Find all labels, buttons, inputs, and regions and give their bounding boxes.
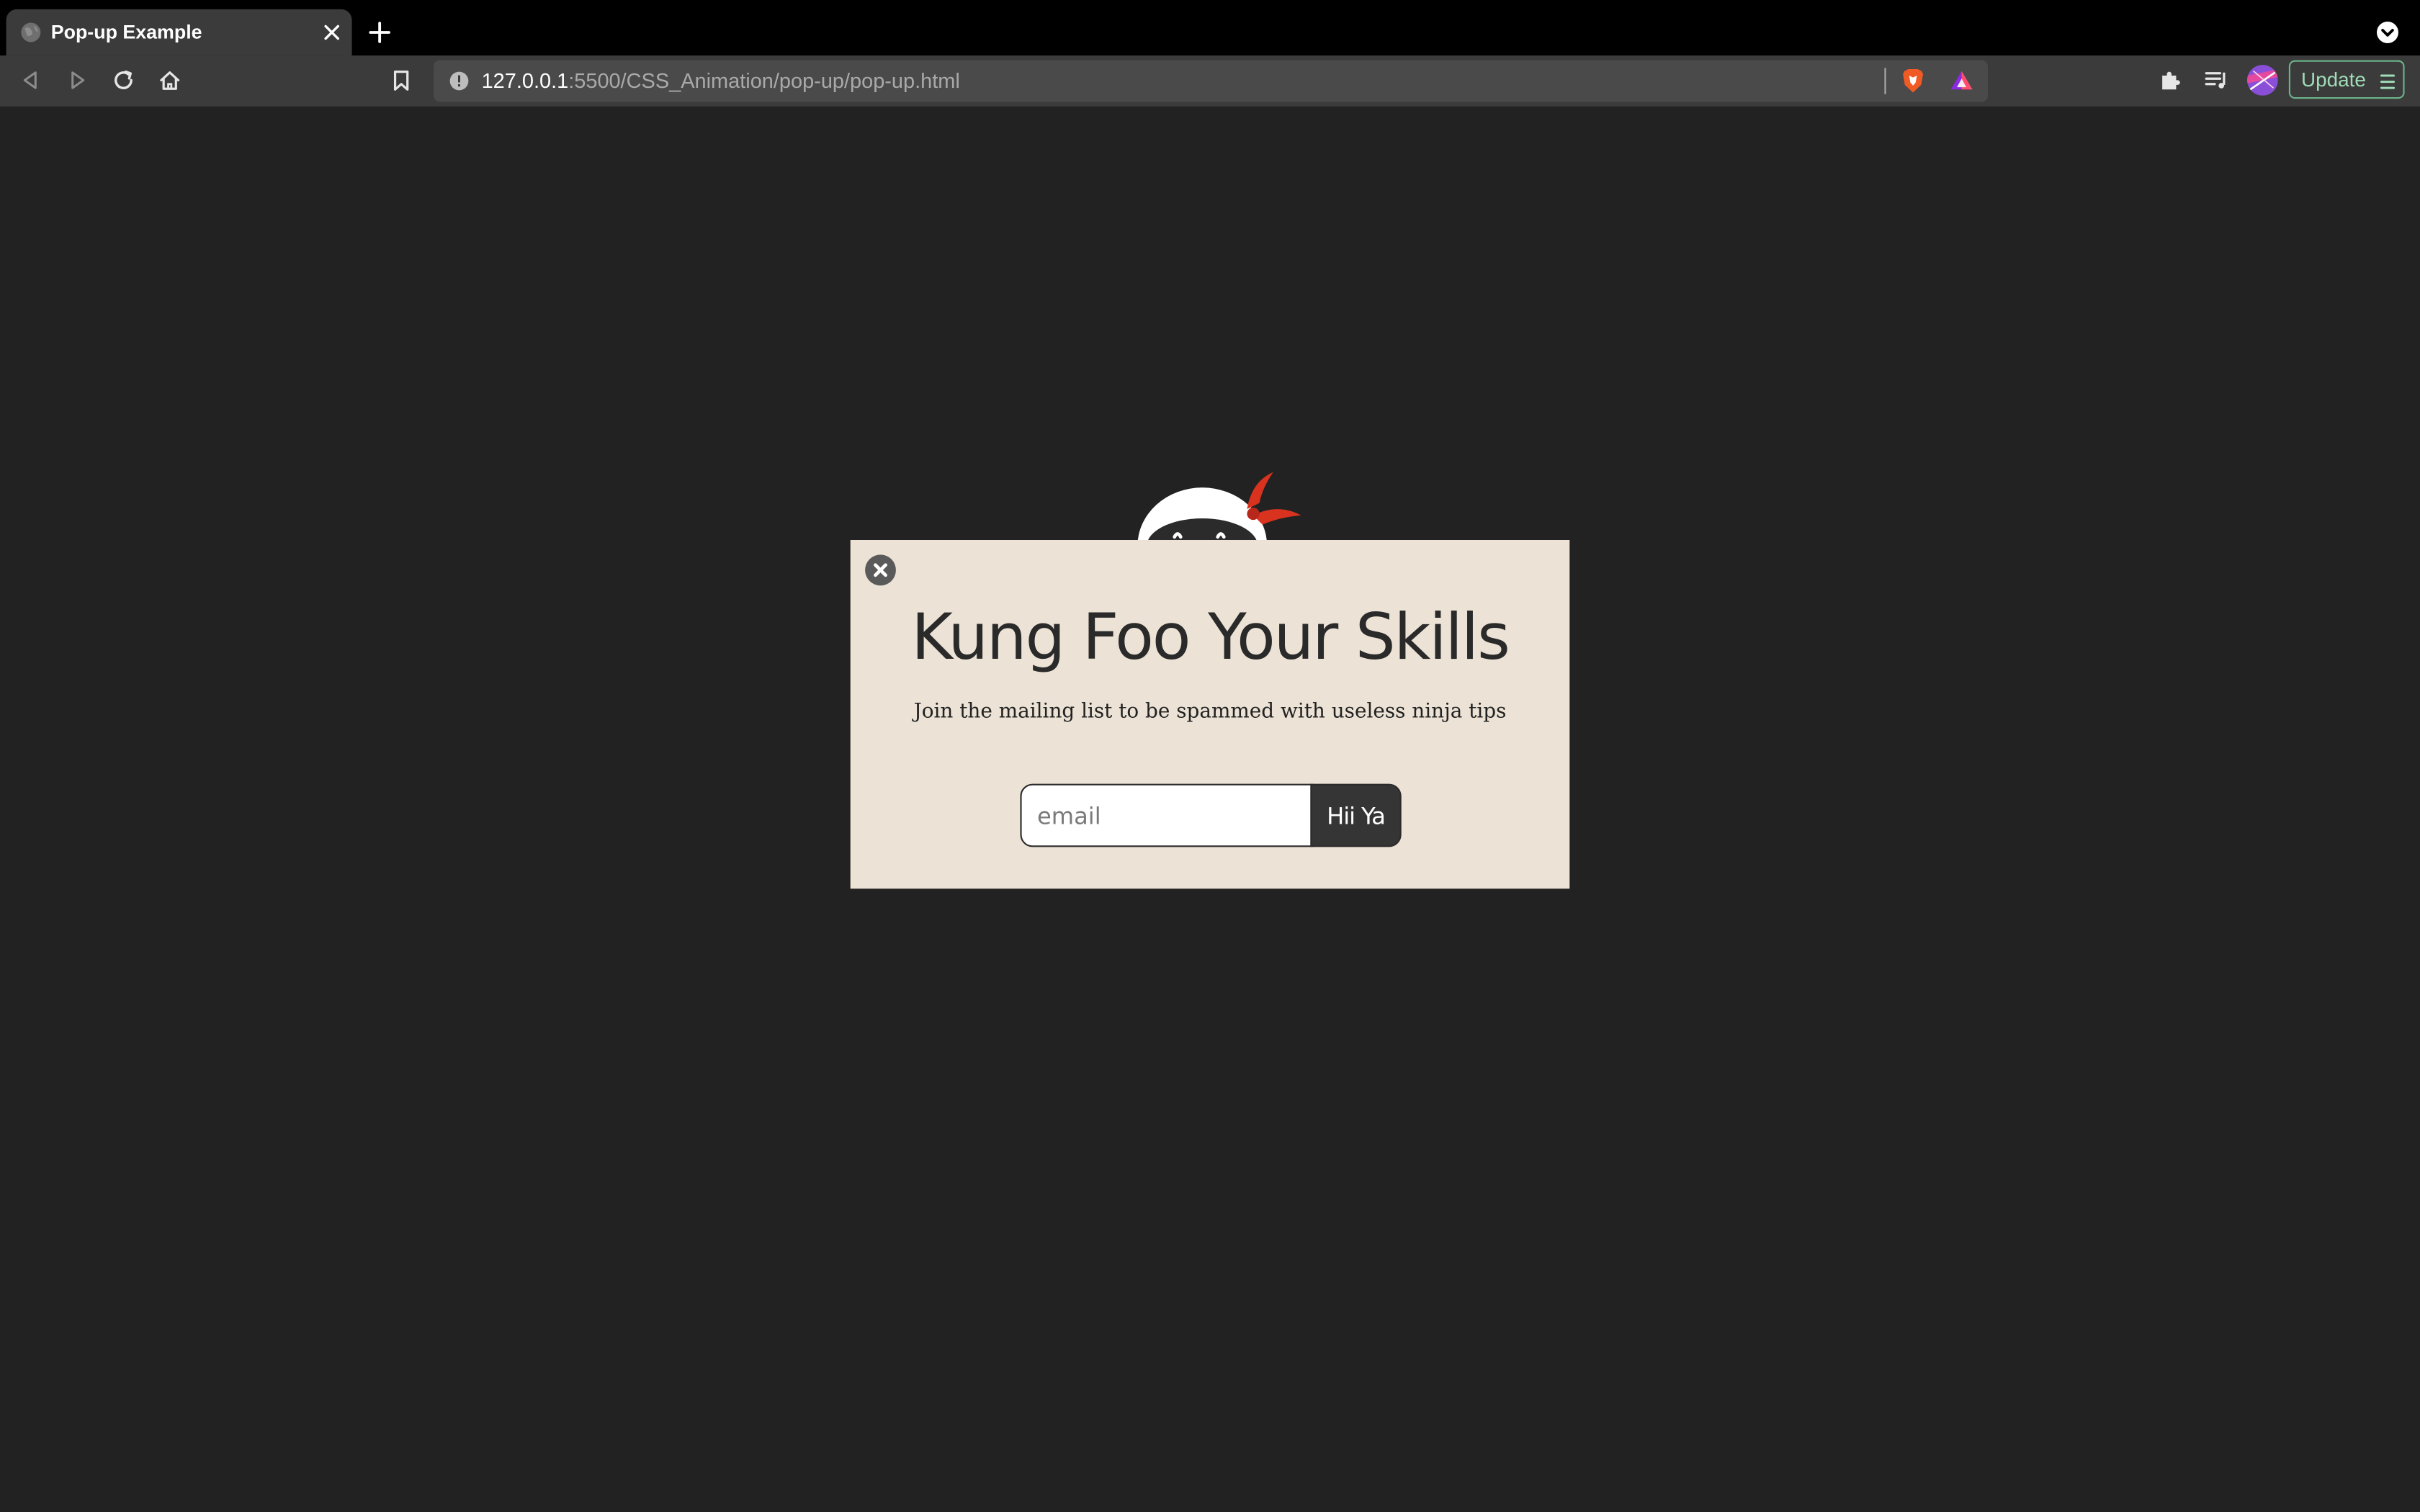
- tab-search-icon[interactable]: [2375, 20, 2400, 45]
- update-button[interactable]: Update: [2288, 60, 2405, 99]
- tab-pop-up-example[interactable]: Pop-up Example: [6, 9, 352, 56]
- brave-shields-icon[interactable]: [1901, 68, 1924, 94]
- submit-button[interactable]: Hii Ya: [1310, 783, 1402, 847]
- close-tab-icon[interactable]: [321, 22, 343, 43]
- back-icon[interactable]: [19, 68, 43, 92]
- bookmark-icon[interactable]: [389, 68, 413, 92]
- media-playlist-icon[interactable]: [2204, 68, 2228, 92]
- newsletter-popup: Kung Foo Your Skills Join the mailing li…: [850, 540, 1570, 889]
- update-label: Update: [2301, 68, 2366, 91]
- browser-toolbar: 127.0.0.1:5500/CSS_Animation/pop-up/pop-…: [0, 55, 2420, 107]
- url-host: 127.0.0.1: [481, 69, 569, 93]
- hamburger-menu-icon: [2380, 71, 2396, 90]
- url-text[interactable]: 127.0.0.1:5500/CSS_Animation/pop-up/pop-…: [482, 68, 960, 94]
- site-info-icon[interactable]: [449, 71, 470, 91]
- brave-rewards-icon[interactable]: [1949, 69, 1973, 91]
- tab-title: Pop-up Example: [50, 22, 202, 43]
- ninja-mascot-icon: [1130, 469, 1309, 605]
- email-field[interactable]: [1020, 783, 1314, 847]
- home-icon[interactable]: [158, 68, 182, 92]
- signup-form: Hii Ya: [1020, 783, 1402, 847]
- close-popup-icon[interactable]: [864, 554, 897, 586]
- popup-title: Kung Foo Your Skills: [911, 600, 1510, 675]
- url-path: :5500/CSS_Animation/pop-up/pop-up.html: [568, 69, 960, 93]
- reload-icon[interactable]: [111, 68, 135, 92]
- tab-strip: Pop-up Example: [0, 0, 2420, 56]
- extensions-icon[interactable]: [2158, 68, 2182, 92]
- new-tab-icon[interactable]: [367, 20, 392, 45]
- profile-avatar[interactable]: [2247, 65, 2278, 96]
- popup-subtitle: Join the mailing list to be spammed with…: [913, 700, 1507, 724]
- browser-window: Pop-up Example 127.0.0.1:5500/CSS_Animat…: [0, 0, 2420, 1512]
- url-divider: [1884, 68, 1886, 94]
- address-bar[interactable]: 127.0.0.1:5500/CSS_Animation/pop-up/pop-…: [434, 60, 1988, 102]
- forward-icon[interactable]: [65, 68, 89, 92]
- globe-icon: [20, 22, 42, 43]
